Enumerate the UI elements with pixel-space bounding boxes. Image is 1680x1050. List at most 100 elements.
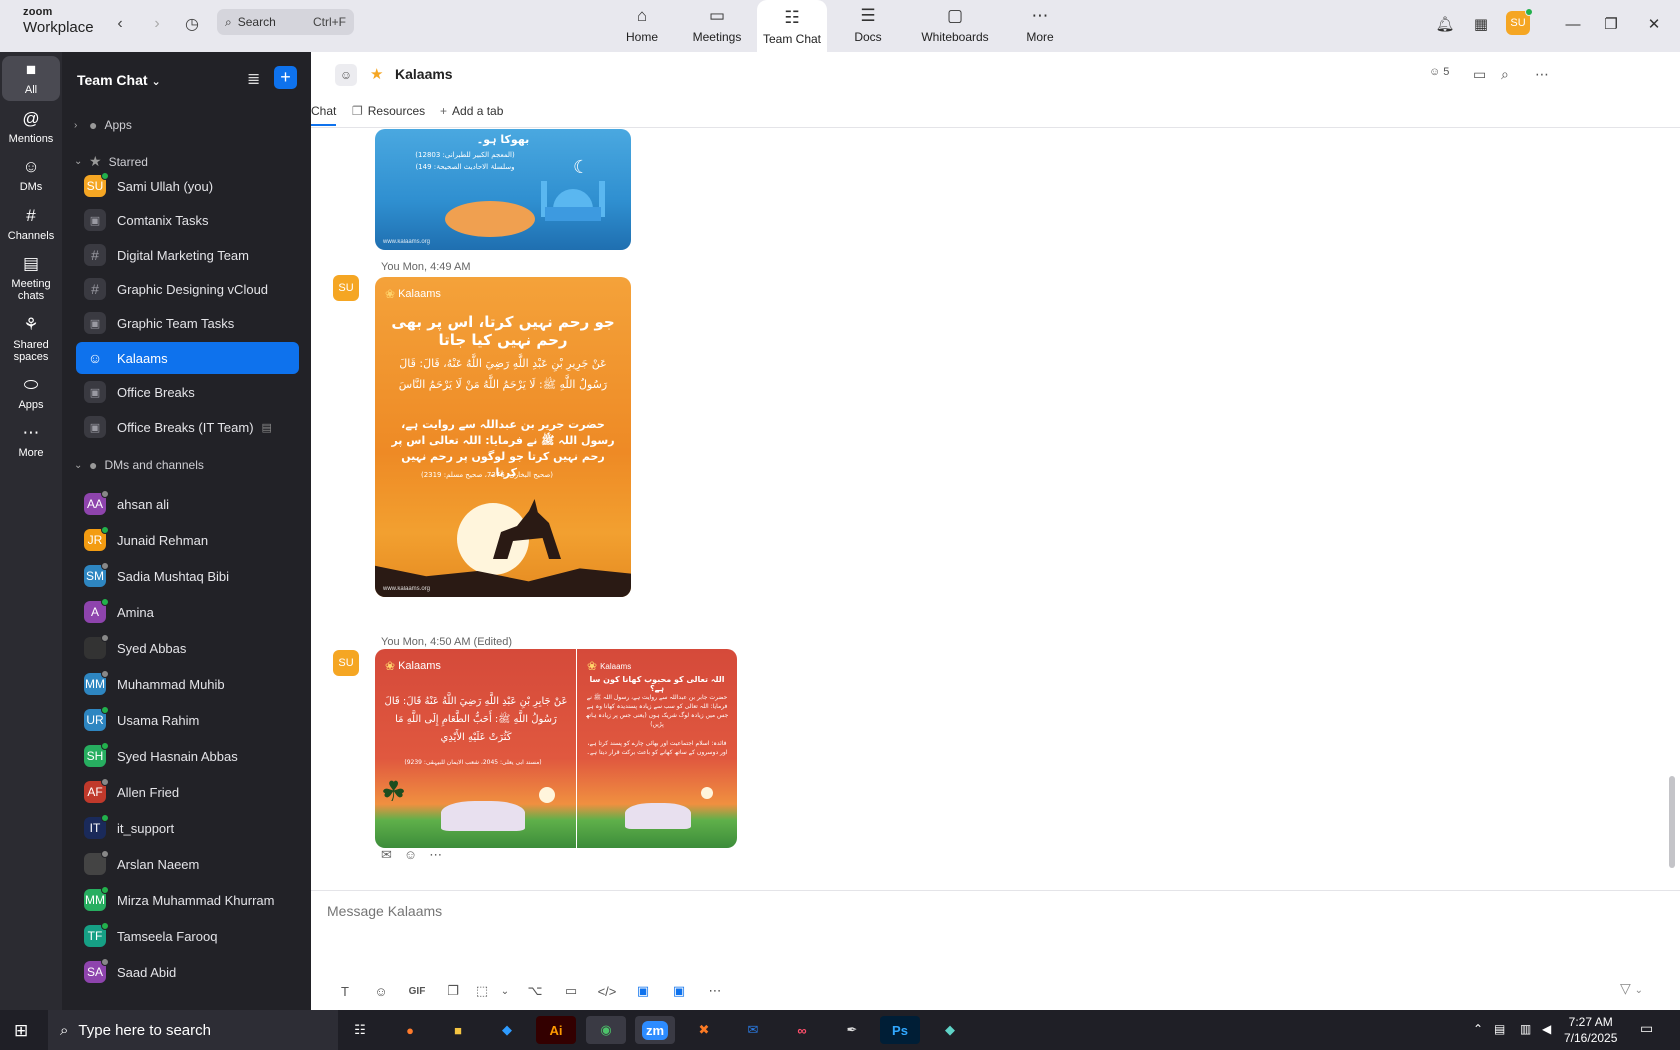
more-icon[interactable]: ⋯ <box>1535 66 1549 83</box>
video-message-icon[interactable]: ▭ <box>553 980 589 1002</box>
sidebar-item[interactable]: ▣ Office Breaks (IT Team) ▤ <box>76 411 299 443</box>
send-icon[interactable]: ▽ ⌄ <box>1620 980 1643 997</box>
taskbar-search[interactable]: ⌕ Type here to search <box>48 1010 338 1050</box>
filter-icon[interactable]: ≣ <box>247 69 260 89</box>
sidebar-item[interactable]: # Graphic Designing vCloud <box>76 273 299 305</box>
calendar-icon[interactable]: ▦ <box>1469 12 1493 36</box>
file-explorer-icon[interactable]: ■ <box>438 1016 478 1044</box>
minimize-icon[interactable]: — <box>1561 12 1585 36</box>
kalaam-image-blue[interactable]: بھوکا ہو۔ (المعجم الکبیر للطبرانی: 12803… <box>375 129 631 250</box>
sidebar-item[interactable]: ▣ Office Breaks <box>76 376 299 408</box>
rail-shared-spaces[interactable]: ⚘ Shared spaces <box>2 315 60 363</box>
tab-docs[interactable]: ☰ Docs <box>848 0 888 50</box>
search-icon[interactable]: ⌕ <box>1501 66 1509 83</box>
text-format-icon[interactable]: T <box>327 980 363 1002</box>
screenshot-icon[interactable]: ⬚ <box>471 980 493 1002</box>
section-dms-channels[interactable]: ⌄ ● DMs and channels <box>74 457 204 473</box>
app-blue-icon[interactable]: ▣ <box>625 980 661 1002</box>
taskbar-clock[interactable]: 7:27 AM 7/16/2025 <box>1564 1014 1617 1046</box>
more-icon[interactable]: ⋯ <box>697 980 733 1002</box>
code-icon[interactable]: </> <box>589 980 625 1002</box>
more-icon[interactable]: ⋯ <box>429 847 442 863</box>
sidebar-title[interactable]: Team Chat ⌄ <box>77 72 161 88</box>
search-input[interactable]: ⌕ Search Ctrl+F <box>217 9 354 35</box>
message-input[interactable] <box>327 903 1627 919</box>
chat-title[interactable]: Kalaams <box>395 66 453 82</box>
sidebar-item[interactable]: MM Muhammad Muhib <box>76 668 299 700</box>
zoom-taskbar-icon[interactable]: zm <box>635 1016 675 1044</box>
rail-all[interactable]: ■ All <box>2 56 60 101</box>
members-icon[interactable]: ☺ <box>335 64 357 86</box>
history-icon[interactable]: ◷ <box>180 12 204 36</box>
tab-meetings[interactable]: ▭ Meetings <box>688 0 746 50</box>
rail-channels[interactable]: # Channels <box>2 206 60 242</box>
sidebar-item[interactable]: SH Syed Hasnain Abbas <box>76 740 299 772</box>
network-icon[interactable]: ▤ <box>1494 1022 1505 1036</box>
rail-apps[interactable]: ⬭ Apps <box>2 375 60 411</box>
sidebar-item[interactable]: MM Mirza Muhammad Khurram <box>76 884 299 916</box>
sidebar-item[interactable]: IT it_support <box>76 812 299 844</box>
back-icon[interactable]: ‹ <box>108 12 132 36</box>
close-icon[interactable]: ✕ <box>1642 12 1666 36</box>
notifications-icon[interactable]: ▭ <box>1640 1020 1653 1037</box>
volume-icon[interactable]: ◀ <box>1542 1022 1551 1036</box>
chrome-icon[interactable]: ◉ <box>586 1016 626 1044</box>
sidebar-item[interactable]: SM Sadia Mushtaq Bibi <box>76 560 299 592</box>
tab-chat[interactable]: Chat <box>311 104 337 126</box>
tab-resources[interactable]: ❐ Resources <box>352 104 425 118</box>
task-view-icon[interactable]: ☷ <box>340 1016 380 1044</box>
scrollbar[interactable] <box>1668 129 1676 889</box>
vscode-icon[interactable]: ◆ <box>487 1016 527 1044</box>
chevron-down-icon[interactable]: ⌄ <box>493 980 517 1002</box>
sidebar-item[interactable]: ▣ Graphic Team Tasks <box>76 307 299 339</box>
sidebar-item[interactable]: SA Saad Abid <box>76 956 299 988</box>
app-icon[interactable]: ◆ <box>930 1016 970 1044</box>
sidebar-item[interactable]: SU Sami Ullah (you) <box>76 170 299 202</box>
wifi-icon[interactable]: ▥ <box>1520 1022 1531 1036</box>
sidebar-item[interactable]: Arslan Naeem <box>76 848 299 880</box>
kalaam-image-orange[interactable]: ❀ Kalaams جو رحم نہیں کرتا، اس پر بھی رحم… <box>375 277 631 597</box>
member-count[interactable]: ☺ 5 <box>1429 66 1449 78</box>
tab-whiteboards[interactable]: ▢ Whiteboards <box>918 0 992 50</box>
file-icon[interactable]: ❐ <box>435 980 471 1002</box>
outlook-icon[interactable]: ✉ <box>733 1016 773 1044</box>
rail-meeting-chats[interactable]: ▤ Meeting chats <box>2 254 60 302</box>
sidebar-item[interactable]: # Digital Marketing Team <box>76 239 299 271</box>
tab-add[interactable]: + Add a tab <box>440 104 503 118</box>
video-icon[interactable]: ▭ <box>1473 66 1486 83</box>
photoshop-icon[interactable]: Ps <box>880 1016 920 1044</box>
restore-icon[interactable]: ❐ <box>1599 12 1623 36</box>
kalaam-image-red-2[interactable]: ❀ Kalaams اللہ تعالی کو محبوب کھانا کون س… <box>577 649 737 848</box>
scrollbar-thumb[interactable] <box>1669 776 1675 868</box>
illustrator-icon[interactable]: Ai <box>536 1016 576 1044</box>
windows-start-icon[interactable]: ⊞ <box>14 1021 28 1041</box>
emoji-icon[interactable]: ☺ <box>363 980 399 1002</box>
add-button[interactable]: + <box>274 66 297 89</box>
section-starred[interactable]: ⌄ ★ Starred <box>74 153 148 170</box>
sidebar-item[interactable]: JR Junaid Rehman <box>76 524 299 556</box>
sidebar-item[interactable]: TF Tamseela Farooq <box>76 920 299 952</box>
star-icon[interactable]: ★ <box>370 65 383 83</box>
sidebar-item[interactable]: A Amina <box>76 596 299 628</box>
sidebar-item[interactable]: ▣ Comtanix Tasks <box>76 204 299 236</box>
sidebar-item[interactable]: Syed Abbas <box>76 632 299 664</box>
sidebar-item[interactable]: ☺ Kalaams <box>76 342 299 374</box>
creative-cloud-icon[interactable]: ∞ <box>782 1016 822 1044</box>
sidebar-item[interactable]: AF Allen Fried <box>76 776 299 808</box>
tab-home[interactable]: ⌂ Home <box>620 0 664 50</box>
rail-mentions[interactable]: @ Mentions <box>2 109 60 145</box>
message-avatar[interactable]: SU <box>333 275 359 301</box>
mic-icon[interactable]: ⌥ <box>517 980 553 1002</box>
firefox-icon[interactable]: ● <box>390 1016 430 1044</box>
rail-dms[interactable]: ☺ DMs <box>2 157 60 193</box>
chevron-up-icon[interactable]: ⌃ <box>1473 1022 1483 1036</box>
gif-icon[interactable]: GIF <box>399 980 435 1002</box>
tab-team-chat[interactable]: ☷ Team Chat <box>757 0 827 52</box>
message-avatar[interactable]: SU <box>333 650 359 676</box>
sidebar-item[interactable]: UR Usama Rahim <box>76 704 299 736</box>
rail-more[interactable]: ⋯ More <box>2 423 60 459</box>
sidebar-item[interactable]: AA ahsan ali <box>76 488 299 520</box>
emoji-react-icon[interactable]: ☺ <box>404 847 417 863</box>
tab-more[interactable]: ⋯ More <box>1022 0 1058 50</box>
kalaam-image-red-1[interactable]: ❀ Kalaams عَنْ جَابِرِ بْنِ عَبْدِ اللَّه… <box>375 649 576 848</box>
